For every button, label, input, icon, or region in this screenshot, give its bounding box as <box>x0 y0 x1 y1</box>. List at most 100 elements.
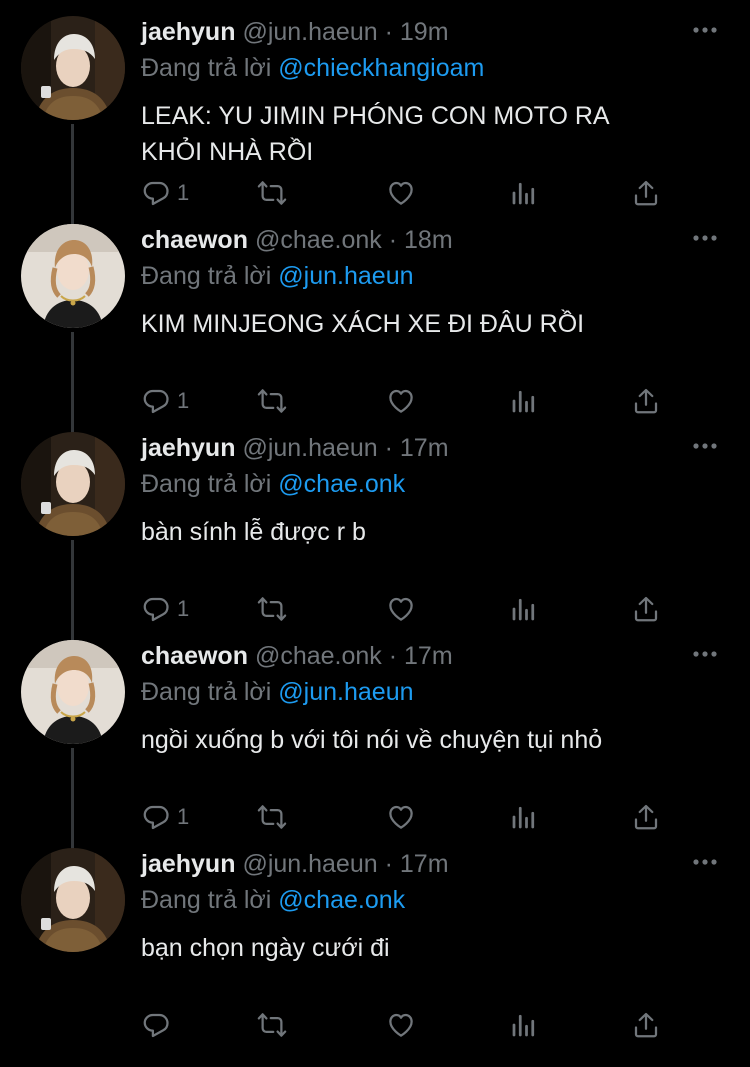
timestamp[interactable]: 17m <box>400 850 449 878</box>
retweet-button[interactable] <box>257 800 287 834</box>
tweet-header: jaehyun @jun.haeun · 17m <box>141 850 449 879</box>
more-dots-icon[interactable] <box>690 228 720 248</box>
tweet-3[interactable]: jaehyun @jun.haeun · 17m Đang trả lời @c… <box>0 416 750 668</box>
share-icon <box>631 802 661 832</box>
replying-to: Đang trả lời @jun.haeun <box>141 262 414 291</box>
reply-button[interactable] <box>141 1008 171 1042</box>
heart-icon <box>386 1010 416 1040</box>
display-name[interactable]: chaewon <box>141 226 248 254</box>
reply-button[interactable]: 1 <box>141 592 189 626</box>
chaewon-avatar[interactable] <box>21 640 125 744</box>
tweet-text-line: KIM MINJEONG XÁCH XE ĐI ĐÂU RỒI <box>141 310 585 338</box>
reply-button[interactable]: 1 <box>141 384 189 418</box>
tweet-5[interactable]: jaehyun @jun.haeun · 17m Đang trả lời @c… <box>0 832 750 1040</box>
display-name[interactable]: jaehyun <box>141 434 235 462</box>
reply-count: 1 <box>177 596 190 621</box>
like-button[interactable] <box>386 592 416 626</box>
reply-count: 1 <box>177 804 190 829</box>
reply-icon <box>141 178 171 208</box>
like-button[interactable] <box>386 1008 416 1042</box>
chaewon-avatar[interactable] <box>21 224 125 328</box>
more-dots-icon[interactable] <box>690 852 720 872</box>
views-chart-icon <box>509 594 539 624</box>
mention-link[interactable]: @chieckhangioam <box>278 54 484 82</box>
mention-link[interactable]: @jun.haeun <box>278 678 413 706</box>
heart-icon <box>386 802 416 832</box>
tweet-header: chaewon @chae.onk · 18m <box>141 226 453 255</box>
mention-link[interactable]: @chae.onk <box>278 470 405 498</box>
views-chart-icon <box>509 386 539 416</box>
display-name[interactable]: chaewon <box>141 642 248 670</box>
heart-icon <box>386 386 416 416</box>
views-button[interactable] <box>509 592 539 626</box>
user-handle[interactable]: @jun.haeun <box>242 434 377 462</box>
timestamp[interactable]: 17m <box>404 642 453 670</box>
replying-to: Đang trả lời @chieckhangioam <box>141 54 484 83</box>
replying-to-label: Đang trả lời <box>141 54 272 82</box>
display-name[interactable]: jaehyun <box>141 850 235 878</box>
tweet-2[interactable]: chaewon @chae.onk · 18m Đang trả lời @ju… <box>0 208 750 460</box>
share-button[interactable] <box>631 384 661 418</box>
like-button[interactable] <box>386 176 416 210</box>
timestamp[interactable]: 17m <box>400 434 449 462</box>
tweet-header: jaehyun @jun.haeun · 19m <box>141 18 449 47</box>
more-dots-icon[interactable] <box>690 436 720 456</box>
more-dots-icon[interactable] <box>690 644 720 664</box>
tweet-header: chaewon @chae.onk · 17m <box>141 642 453 671</box>
reply-count: 1 <box>177 180 190 205</box>
views-button[interactable] <box>509 1008 539 1042</box>
more-dots-icon[interactable] <box>690 20 720 40</box>
retweet-button[interactable] <box>257 1008 287 1042</box>
separator-dot: · <box>384 850 393 878</box>
retweet-button[interactable] <box>257 384 287 418</box>
like-button[interactable] <box>386 384 416 418</box>
views-button[interactable] <box>509 176 539 210</box>
mention-link[interactable]: @chae.onk <box>278 886 405 914</box>
user-handle[interactable]: @jun.haeun <box>242 850 377 878</box>
display-name[interactable]: jaehyun <box>141 18 235 46</box>
like-button[interactable] <box>386 800 416 834</box>
user-handle[interactable]: @chae.onk <box>255 226 382 254</box>
share-icon <box>631 178 661 208</box>
tweet-text-line: KHỎI NHÀ RỒI <box>141 138 314 166</box>
reply-button[interactable]: 1 <box>141 176 189 210</box>
jaehyun-avatar[interactable] <box>21 432 125 536</box>
share-icon <box>631 386 661 416</box>
tweet-1[interactable]: jaehyun @jun.haeun · 19m Đang trả lời @c… <box>0 0 750 252</box>
timestamp[interactable]: 19m <box>400 18 449 46</box>
tweet-4[interactable]: chaewon @chae.onk · 17m Đang trả lời @ju… <box>0 624 750 876</box>
replying-to: Đang trả lời @jun.haeun <box>141 678 414 707</box>
timestamp[interactable]: 18m <box>404 226 453 254</box>
share-button[interactable] <box>631 176 661 210</box>
views-button[interactable] <box>509 384 539 418</box>
share-button[interactable] <box>631 800 661 834</box>
separator-dot: · <box>388 226 398 254</box>
replying-to-label: Đang trả lời <box>141 262 272 290</box>
mention-link[interactable]: @jun.haeun <box>278 262 413 290</box>
share-button[interactable] <box>631 1008 661 1042</box>
retweet-icon <box>257 386 287 416</box>
reply-icon <box>141 1010 171 1040</box>
user-handle[interactable]: @chae.onk <box>255 642 382 670</box>
retweet-button[interactable] <box>257 592 287 626</box>
retweet-button[interactable] <box>257 176 287 210</box>
separator-dot: · <box>384 434 393 462</box>
tweet-header: jaehyun @jun.haeun · 17m <box>141 434 449 463</box>
replying-to-label: Đang trả lời <box>141 678 272 706</box>
retweet-icon <box>257 594 287 624</box>
action-bar: 1 <box>141 384 671 418</box>
tweet-text: LEAK: YU JIMIN PHÓNG CON MOTO RA KHỎI NHÀ… <box>141 98 701 170</box>
share-button[interactable] <box>631 592 661 626</box>
tweet-text: bạn chọn ngày cưới đi <box>141 930 701 966</box>
separator-dot: · <box>384 18 393 46</box>
heart-icon <box>386 594 416 624</box>
action-bar: 1 <box>141 592 671 626</box>
heart-icon <box>386 178 416 208</box>
jaehyun-avatar[interactable] <box>21 16 125 120</box>
jaehyun-avatar[interactable] <box>21 848 125 952</box>
retweet-icon <box>257 802 287 832</box>
reply-button[interactable]: 1 <box>141 800 189 834</box>
views-button[interactable] <box>509 800 539 834</box>
user-handle[interactable]: @jun.haeun <box>242 18 377 46</box>
tweet-text-line: LEAK: YU JIMIN PHÓNG CON MOTO RA <box>141 102 610 130</box>
